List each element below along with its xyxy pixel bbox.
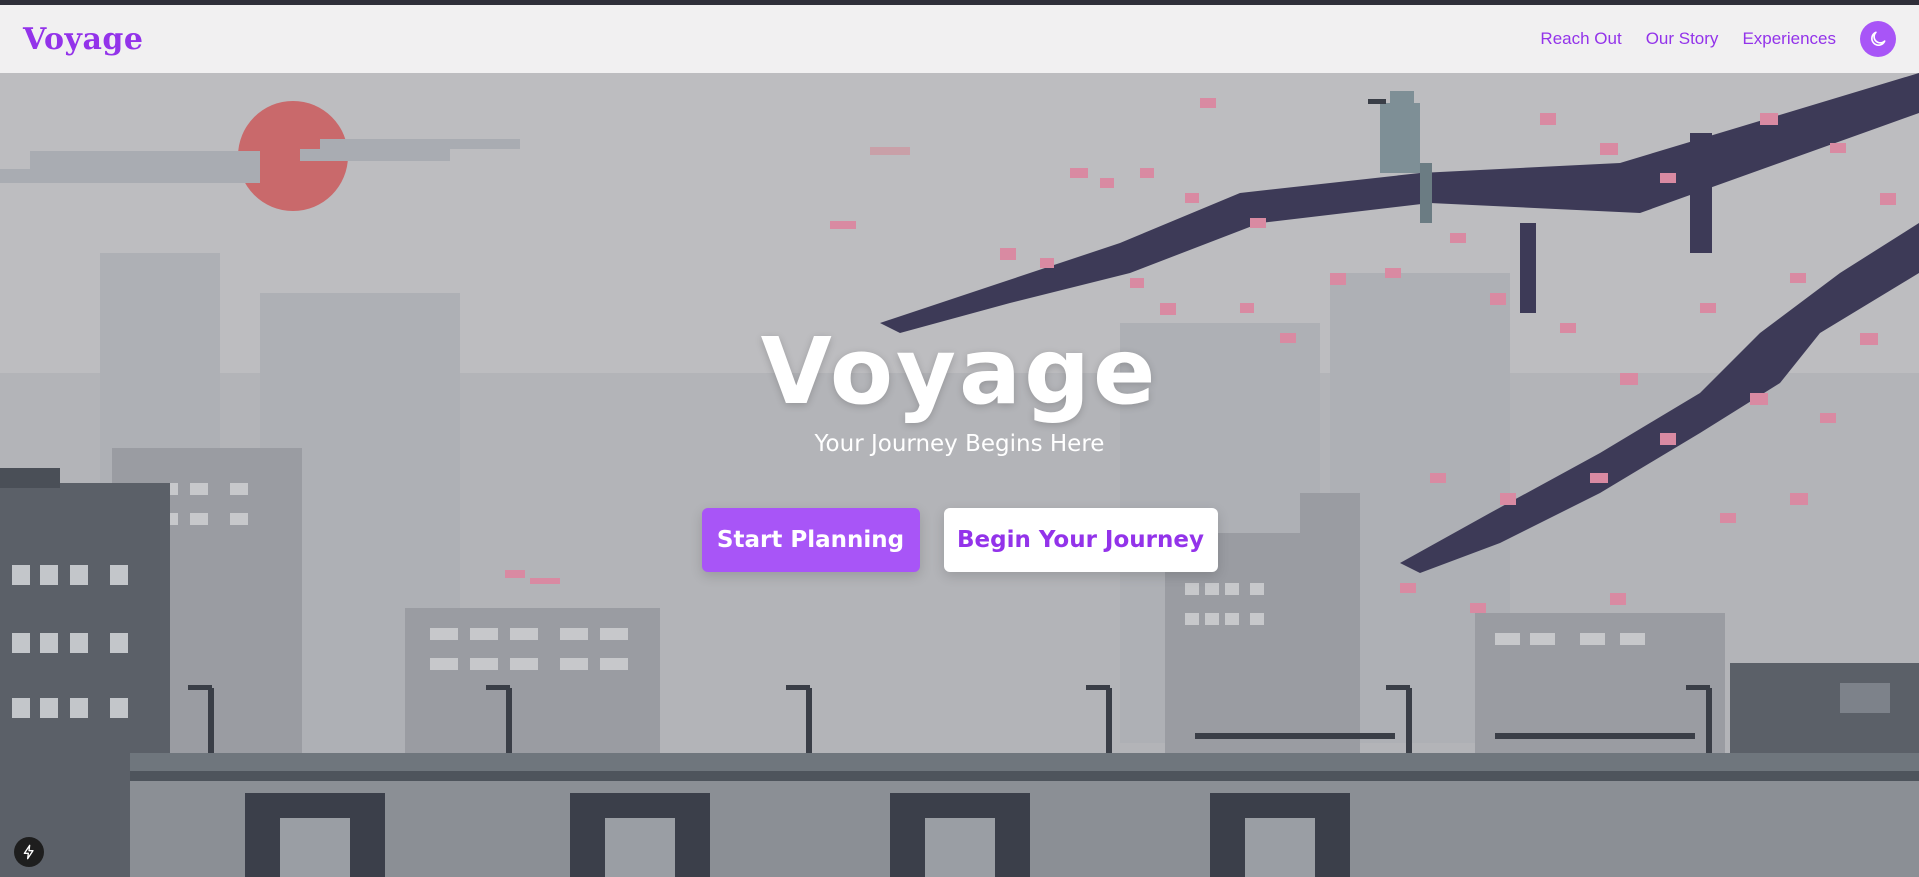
nav-link-our-story[interactable]: Our Story xyxy=(1646,29,1719,49)
theme-toggle-button[interactable] xyxy=(1860,21,1896,57)
hero-background-illustration xyxy=(0,73,1919,877)
nav-link-reach-out[interactable]: Reach Out xyxy=(1540,29,1621,49)
corner-badge-button[interactable] xyxy=(14,837,44,867)
start-planning-button[interactable]: Start Planning xyxy=(701,508,920,572)
hero-buttons: Start Planning Begin Your Journey xyxy=(0,508,1919,572)
navbar: Voyage Reach Out Our Story Experiences xyxy=(0,5,1919,73)
hero-subtitle: Your Journey Begins Here xyxy=(814,431,1105,457)
brand-logo[interactable]: Voyage xyxy=(23,22,143,57)
nav-link-experiences[interactable]: Experiences xyxy=(1742,29,1836,49)
moon-icon xyxy=(1871,31,1886,46)
begin-journey-button[interactable]: Begin Your Journey xyxy=(943,508,1218,572)
hero-section: Voyage Your Journey Begins Here Start Pl… xyxy=(0,73,1919,877)
hero-title: Voyage xyxy=(760,318,1159,425)
lightning-bolt-icon xyxy=(23,844,34,860)
elevated-bridge xyxy=(130,753,1919,771)
nav-links: Reach Out Our Story Experiences xyxy=(1516,21,1896,57)
